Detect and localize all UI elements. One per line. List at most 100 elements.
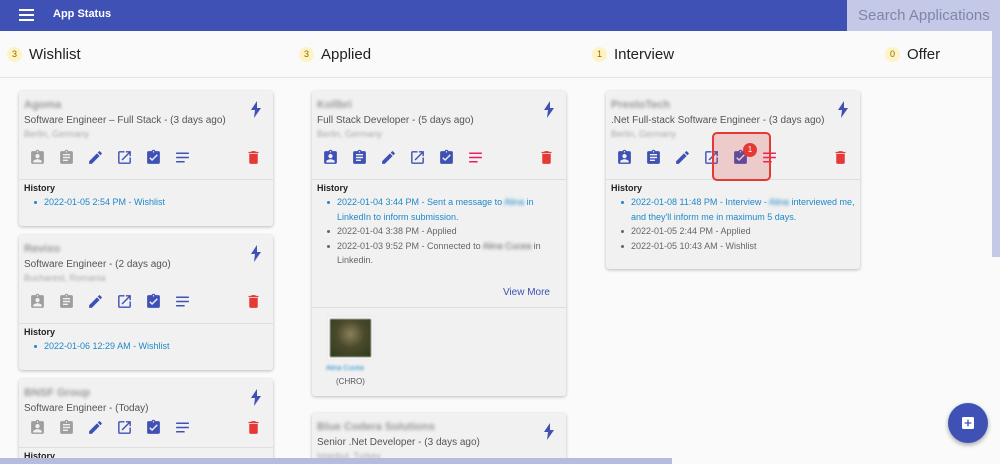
clipboard-icon[interactable] <box>351 149 368 166</box>
app-bar: App Status <box>0 0 1000 31</box>
header-divider <box>0 77 992 78</box>
column-title: Offer <box>907 45 941 63</box>
add-application-button[interactable] <box>948 403 988 443</box>
lightning-icon[interactable] <box>251 389 261 406</box>
delete-icon[interactable] <box>245 149 262 166</box>
column-header-wishlist: 3 Wishlist <box>7 43 81 65</box>
job-location: Bucharest, Romania <box>24 273 106 283</box>
open-link-icon[interactable] <box>116 149 133 166</box>
contact-name: Alina <box>768 197 789 207</box>
contact-icon[interactable] <box>29 419 46 436</box>
column-header-interview: 1 Interview <box>592 43 674 65</box>
app-title: App Status <box>53 8 112 20</box>
vertical-scrollbar[interactable] <box>992 31 1000 257</box>
task-check-icon[interactable] <box>145 149 162 166</box>
horizontal-scrollbar[interactable] <box>0 458 672 464</box>
company-name: BNSF Group <box>24 387 90 399</box>
notes-icon[interactable] <box>174 419 191 436</box>
contact-role: (CHRO) <box>336 377 365 386</box>
clipboard-icon[interactable] <box>58 149 75 166</box>
job-location: Berlin, Germany <box>611 129 677 139</box>
history-item[interactable]: 2022-01-05 2:54 PM - Wishlist <box>34 195 268 210</box>
edit-icon[interactable] <box>674 149 691 166</box>
history-item[interactable]: 2022-01-05 10:43 AM - Wishlist <box>621 239 855 254</box>
contact-icon[interactable] <box>29 293 46 310</box>
job-card[interactable]: Agoma Software Engineer – Full Stack - (… <box>19 91 273 226</box>
contact-photo[interactable] <box>328 317 373 359</box>
delete-icon[interactable] <box>245 419 262 436</box>
notification-badge: 1 <box>743 143 757 157</box>
edit-icon[interactable] <box>87 149 104 166</box>
history-item[interactable]: 2022-01-06 12:29 AM - Wishlist <box>34 339 268 354</box>
job-role: Software Engineer – Full Stack - (3 days… <box>24 115 226 126</box>
history-item[interactable]: 2022-01-04 3:38 PM - Applied <box>327 224 561 239</box>
card-divider <box>312 179 566 180</box>
contact-name: Alina <box>504 197 525 207</box>
card-actions <box>29 419 269 439</box>
lightning-icon[interactable] <box>544 423 554 440</box>
count-badge: 3 <box>299 46 314 62</box>
contact-icon[interactable] <box>29 149 46 166</box>
company-name: Revixo <box>24 243 61 255</box>
history-item[interactable]: 2022-01-05 2:44 PM - Applied <box>621 224 855 239</box>
lightning-icon[interactable] <box>838 101 848 118</box>
edit-icon[interactable] <box>380 149 397 166</box>
task-highlight[interactable] <box>712 132 771 181</box>
clipboard-icon[interactable] <box>58 419 75 436</box>
clipboard-icon[interactable] <box>645 149 662 166</box>
lightning-icon[interactable] <box>251 101 261 118</box>
column-header-applied: 3 Applied <box>299 43 371 65</box>
column-title: Wishlist <box>29 45 81 63</box>
card-divider <box>19 179 273 180</box>
delete-icon[interactable] <box>832 149 849 166</box>
history-title: History <box>611 183 643 193</box>
history-title: History <box>24 183 56 193</box>
history-item[interactable]: 2022-01-04 3:44 PM - Sent a message to A… <box>327 195 561 224</box>
job-role: Software Engineer - (2 days ago) <box>24 259 171 270</box>
job-card[interactable]: BNSF Group Software Engineer - (Today) H… <box>19 379 273 464</box>
column-header-offer: 0 Offer <box>885 43 940 65</box>
count-badge: 1 <box>592 46 607 62</box>
job-role: .Net Full-stack Software Engineer - (3 d… <box>611 115 825 126</box>
lightning-icon[interactable] <box>251 245 261 262</box>
job-card[interactable]: Blue Codera Solutions Senior .Net Develo… <box>312 413 566 464</box>
job-card[interactable]: Revixo Software Engineer - (2 days ago) … <box>19 235 273 370</box>
notes-icon[interactable] <box>467 149 484 166</box>
contact-icon[interactable] <box>616 149 633 166</box>
menu-icon[interactable] <box>19 9 34 21</box>
job-role: Senior .Net Developer - (3 days ago) <box>317 437 480 448</box>
edit-icon[interactable] <box>87 419 104 436</box>
task-check-icon[interactable] <box>438 149 455 166</box>
clipboard-icon[interactable] <box>58 293 75 310</box>
task-check-icon[interactable] <box>145 419 162 436</box>
history-item[interactable]: 2022-01-08 11:48 PM - Interview - Alina … <box>621 195 855 224</box>
open-link-icon[interactable] <box>409 149 426 166</box>
lightning-icon[interactable] <box>544 101 554 118</box>
card-actions <box>29 149 269 169</box>
notes-icon[interactable] <box>174 293 191 310</box>
delete-icon[interactable] <box>245 293 262 310</box>
card-divider <box>312 307 566 308</box>
card-actions <box>29 293 269 313</box>
history-list: 2022-01-06 12:29 AM - Wishlist <box>34 339 268 354</box>
history-item[interactable]: 2022-01-03 9:52 PM - Connected to Alina … <box>327 239 561 268</box>
count-badge: 3 <box>7 46 22 62</box>
history-title: History <box>317 183 349 193</box>
job-card[interactable]: Kollbri Full Stack Developer - (5 days a… <box>312 91 566 396</box>
open-link-icon[interactable] <box>116 293 133 310</box>
delete-icon[interactable] <box>538 149 555 166</box>
history-list: 2022-01-04 3:44 PM - Sent a message to A… <box>327 195 561 268</box>
card-actions <box>322 149 562 169</box>
job-location: Berlin, Germany <box>24 129 90 139</box>
contact-icon[interactable] <box>322 149 339 166</box>
view-more-link[interactable]: View More <box>503 287 550 298</box>
count-badge: 0 <box>885 46 900 62</box>
search-input[interactable] <box>847 0 1000 31</box>
edit-icon[interactable] <box>87 293 104 310</box>
contact-name[interactable]: Alina Cucea <box>326 365 364 372</box>
history-list: 2022-01-05 2:54 PM - Wishlist <box>34 195 268 210</box>
notes-icon[interactable] <box>174 149 191 166</box>
task-check-icon[interactable] <box>145 293 162 310</box>
open-link-icon[interactable] <box>116 419 133 436</box>
job-role: Software Engineer - (Today) <box>24 403 149 414</box>
